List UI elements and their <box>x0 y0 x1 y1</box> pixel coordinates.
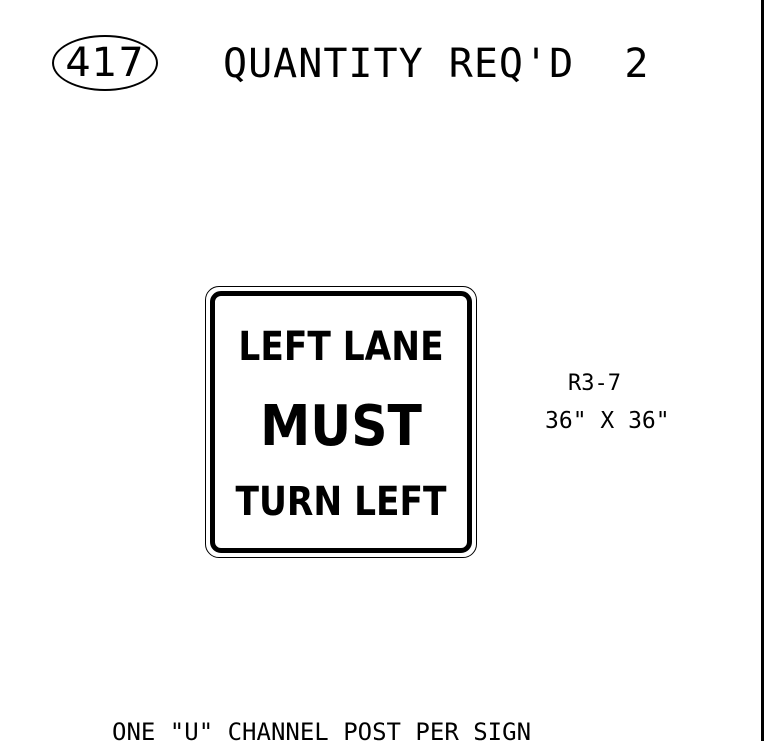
sign-size: 36" X 36" <box>545 408 670 434</box>
quantity-required-label: QUANTITY REQ'D 2 <box>223 41 650 87</box>
sign-legend-line-1: LEFT LANE <box>238 324 444 370</box>
sign-legend-line-2: MUST <box>260 394 422 459</box>
sheet-border-line <box>761 0 764 741</box>
sign-legend-line-3: TURN LEFT <box>235 479 447 525</box>
regulatory-sign: LEFT LANE MUST TURN LEFT <box>205 286 477 558</box>
post-note: ONE "U" CHANNEL POST PER SIGN <box>112 718 532 746</box>
sign-code: R3-7 <box>568 371 621 396</box>
sign-inner-border: LEFT LANE MUST TURN LEFT <box>210 291 472 553</box>
sign-number: 417 <box>65 40 145 86</box>
